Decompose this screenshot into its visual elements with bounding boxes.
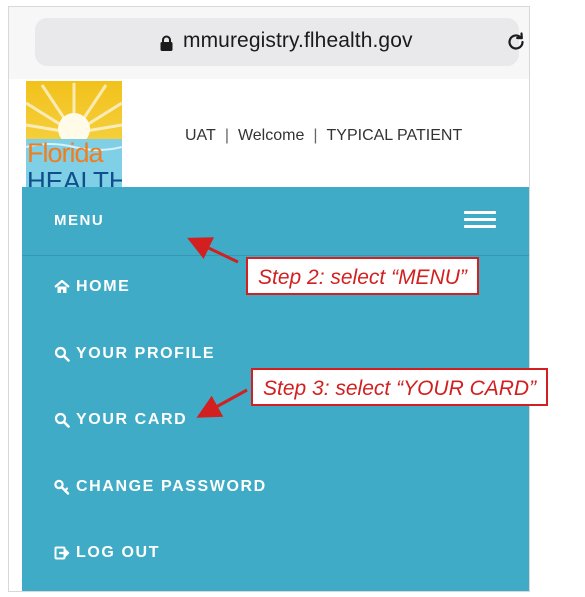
- annotation-arrows: [187, 237, 248, 418]
- step-2-arrow: [187, 237, 239, 264]
- step-3-arrow: [196, 388, 248, 418]
